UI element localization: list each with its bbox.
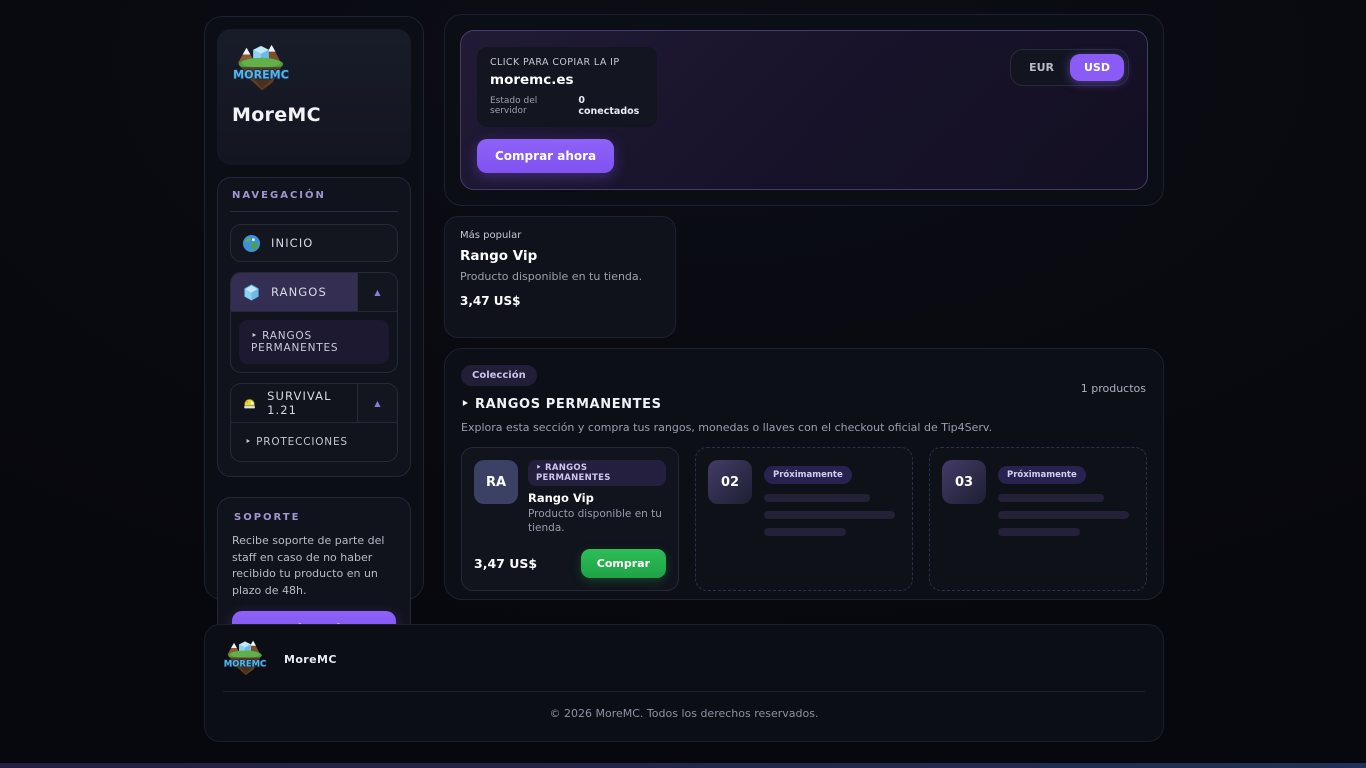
- sidebar-item-label: INICIO: [271, 236, 313, 250]
- collection-title: ‣ RANGOS PERMANENTES: [461, 397, 1147, 412]
- support-text: Recibe soporte de parte del staff en cas…: [232, 533, 396, 599]
- copyright-text: © 2026 MoreMC. Todos los derechos reserv…: [223, 707, 1145, 720]
- support-heading: SOPORTE: [232, 512, 396, 523]
- copy-ip-label: CLICK PARA COPIAR LA IP: [490, 57, 644, 68]
- copy-ip-box[interactable]: CLICK PARA COPIAR LA IP moremc.es Estado…: [477, 47, 657, 127]
- popular-title: Rango Vip: [460, 248, 660, 264]
- skeleton-bar: [764, 511, 895, 519]
- product-avatar: RA: [474, 460, 518, 504]
- sidebar-item-inicio[interactable]: INICIO: [230, 224, 398, 262]
- nav-divider: [230, 211, 398, 212]
- helmet-icon: [242, 394, 257, 413]
- currency-usd-button[interactable]: USD: [1070, 54, 1124, 81]
- coming-soon-badge: Próximamente: [998, 466, 1086, 484]
- bottom-accent-bar: [0, 763, 1366, 768]
- collection-product-count: 1 productos: [1081, 382, 1146, 395]
- collection-badge: Colección: [461, 365, 537, 386]
- skeleton-bar: [998, 511, 1129, 519]
- chevron-up-icon[interactable]: ▲: [357, 273, 397, 311]
- hero-banner: CLICK PARA COPIAR LA IP moremc.es Estado…: [460, 30, 1148, 190]
- ice-block-icon: [242, 283, 261, 302]
- buy-button[interactable]: Comprar: [581, 549, 666, 578]
- placeholder-number: 03: [942, 460, 986, 504]
- skeleton-bar: [998, 494, 1104, 502]
- page: MOREMC MoreMC NAVEGACIÓN INICIO: [0, 0, 1366, 768]
- skeleton-bar: [764, 494, 870, 502]
- footer: MOREMC MoreMC © 2026 MoreMC. Todos los d…: [204, 624, 1164, 742]
- popular-description: Producto disponible en tu tienda.: [460, 270, 660, 283]
- placeholder-number: 02: [708, 460, 752, 504]
- sidebar-item-rangos[interactable]: RANGOS ▲: [231, 273, 397, 311]
- sidebar-subitems: ‣ RANGOS PERMANENTES: [231, 311, 397, 372]
- header-card: CLICK PARA COPIAR LA IP moremc.es Estado…: [444, 14, 1164, 206]
- product-title: Rango Vip: [528, 491, 666, 505]
- sidebar-item-label: RANGOS: [271, 285, 327, 299]
- popular-badge: Más popular: [460, 230, 660, 241]
- svg-text:MOREMC: MOREMC: [224, 658, 266, 668]
- currency-toggle: EUR USD: [1010, 49, 1129, 86]
- buy-now-button[interactable]: Comprar ahora: [477, 139, 614, 173]
- server-ip: moremc.es: [490, 72, 644, 88]
- product-grid: RA ‣ RANGOS PERMANENTES Rango Vip Produc…: [461, 447, 1147, 591]
- brand-name: MoreMC: [232, 104, 396, 126]
- collection-description: Explora esta sección y compra tus rangos…: [461, 421, 1147, 434]
- moremc-logo-icon: MOREMC: [232, 42, 290, 96]
- sidebar-group-survival: SURVIVAL 1.21 ▲ ‣ PROTECCIONES: [230, 383, 398, 462]
- server-status-value: 0 conectados: [578, 95, 644, 117]
- product-description: Producto disponible en tu tienda.: [528, 507, 666, 535]
- globe-icon: [242, 234, 261, 253]
- brand-card: MOREMC MoreMC: [217, 29, 411, 165]
- sidebar-item-protecciones[interactable]: ‣ PROTECCIONES: [231, 422, 397, 461]
- coming-soon-badge: Próximamente: [764, 466, 852, 484]
- navigation-panel: NAVEGACIÓN INICIO: [217, 177, 411, 477]
- skeleton-bar: [764, 528, 846, 536]
- chevron-up-icon[interactable]: ▲: [357, 384, 397, 422]
- sidebar-item-survival[interactable]: SURVIVAL 1.21 ▲: [231, 384, 397, 422]
- product-category-badge: ‣ RANGOS PERMANENTES: [528, 460, 666, 486]
- product-card[interactable]: RA ‣ RANGOS PERMANENTES Rango Vip Produc…: [461, 447, 679, 591]
- placeholder-card: 03 Próximamente: [929, 447, 1147, 591]
- navigation-heading: NAVEGACIÓN: [230, 190, 398, 201]
- popular-product-card[interactable]: Más popular Rango Vip Producto disponibl…: [444, 216, 676, 338]
- sidebar: MOREMC MoreMC NAVEGACIÓN INICIO: [204, 16, 424, 600]
- currency-eur-button[interactable]: EUR: [1015, 54, 1068, 81]
- collection-section: Colección 1 productos ‣ RANGOS PERMANENT…: [444, 348, 1164, 600]
- footer-brand-name: MoreMC: [284, 653, 337, 666]
- footer-divider: [223, 691, 1145, 692]
- moremc-logo-icon: MOREMC: [223, 638, 267, 680]
- svg-text:MOREMC: MOREMC: [233, 69, 289, 82]
- server-status-row: Estado del servidor 0 conectados: [490, 95, 644, 117]
- placeholder-card: 02 Próximamente: [695, 447, 913, 591]
- sidebar-item-rangos-permanentes[interactable]: ‣ RANGOS PERMANENTES: [239, 320, 389, 364]
- sidebar-group-rangos: RANGOS ▲ ‣ RANGOS PERMANENTES: [230, 272, 398, 373]
- server-status-label: Estado del servidor: [490, 96, 570, 116]
- skeleton-bar: [998, 528, 1080, 536]
- popular-price: 3,47 US$: [460, 294, 660, 308]
- sidebar-item-label: SURVIVAL 1.21: [267, 389, 346, 417]
- product-price: 3,47 US$: [474, 556, 537, 571]
